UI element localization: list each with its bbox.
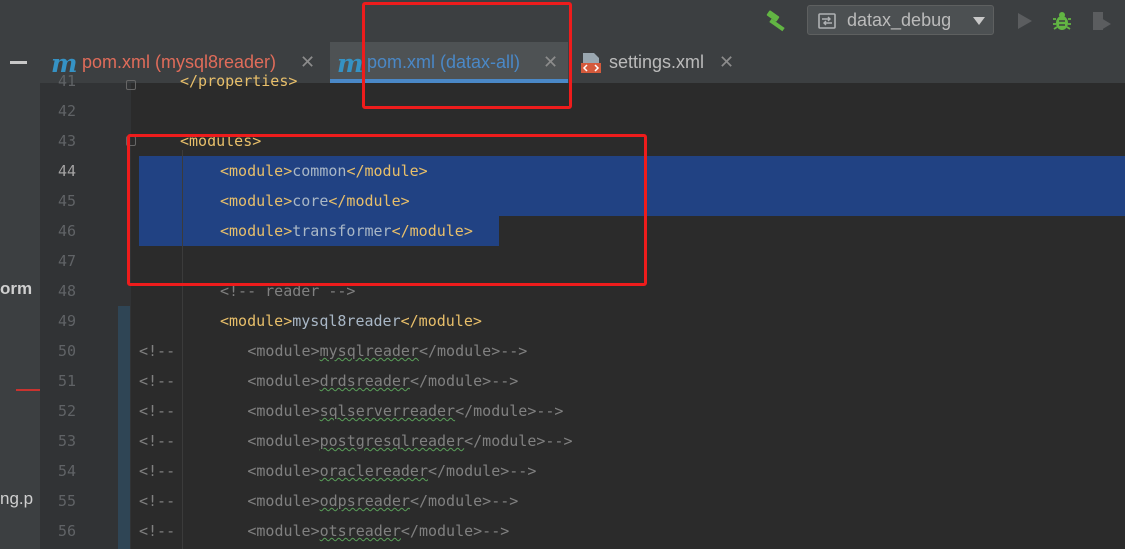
code-token: </module>--> bbox=[464, 432, 573, 450]
code-token: </module>--> bbox=[409, 372, 519, 390]
line-number: 44 bbox=[57, 162, 76, 180]
code-token: </module>--> bbox=[409, 492, 519, 510]
line-number: 48 bbox=[57, 282, 76, 300]
code-token: <!-- bbox=[139, 462, 176, 480]
code-line[interactable]: <!-- <module>postgresqlreader</module>--… bbox=[139, 430, 573, 452]
project-tree-text[interactable]: orm bbox=[0, 279, 32, 299]
code-token: <module> bbox=[247, 522, 320, 540]
line-number: 55 bbox=[57, 492, 76, 510]
tab-settings-xml[interactable]: settings.xml ✕ bbox=[568, 42, 748, 83]
maven-m-icon: m bbox=[337, 49, 364, 78]
code-token: <!-- bbox=[139, 432, 176, 450]
code-token: <!-- bbox=[139, 492, 176, 510]
close-icon[interactable]: ✕ bbox=[300, 52, 315, 73]
error-marker bbox=[16, 389, 40, 391]
code-line[interactable]: <module>mysql8reader</module> bbox=[220, 310, 482, 332]
code-line[interactable]: <!-- <module>odpsreader</module>--> bbox=[139, 490, 518, 512]
code-token: </module>--> bbox=[400, 522, 510, 540]
code-token: odpsreader bbox=[319, 492, 410, 510]
code-token: <module> bbox=[247, 372, 320, 390]
run-configuration-dropdown[interactable]: datax_debug bbox=[807, 5, 994, 35]
line-number: 56 bbox=[57, 522, 76, 540]
code-token: </module>--> bbox=[455, 402, 564, 420]
line-number: 52 bbox=[57, 402, 76, 420]
project-tree-text[interactable]: ng.p bbox=[0, 489, 33, 509]
annotation-box-tab bbox=[362, 2, 572, 109]
code-token: <module> bbox=[247, 462, 320, 480]
coverage-icon[interactable] bbox=[1089, 9, 1113, 33]
code-token: <!-- bbox=[139, 372, 176, 390]
config-icon bbox=[818, 13, 836, 29]
code-token: <module> bbox=[220, 312, 293, 330]
code-token: </properties> bbox=[180, 72, 298, 90]
line-number: 43 bbox=[57, 132, 76, 150]
code-token: mysqlreader bbox=[319, 342, 419, 360]
vcs-change-marker bbox=[118, 306, 130, 549]
line-number: 45 bbox=[57, 192, 76, 210]
code-token: <module> bbox=[247, 402, 320, 420]
line-number: 47 bbox=[57, 252, 76, 270]
code-token: postgresqlreader bbox=[319, 432, 465, 450]
minimize-icon[interactable] bbox=[10, 61, 27, 64]
code-token: sqlserverreader bbox=[319, 402, 456, 420]
code-token: oraclereader bbox=[319, 462, 428, 480]
code-token: <module> bbox=[247, 432, 320, 450]
line-number: 46 bbox=[57, 222, 76, 240]
tab-label: settings.xml bbox=[609, 52, 705, 72]
code-token: <!-- bbox=[139, 522, 176, 540]
close-icon[interactable]: ✕ bbox=[719, 52, 734, 73]
code-token: <module> bbox=[247, 492, 320, 510]
code-line[interactable]: <!-- <module>drdsreader</module>--> bbox=[139, 370, 518, 392]
project-tool-panel: orm ng.p bbox=[0, 42, 41, 549]
line-number: 51 bbox=[57, 372, 76, 390]
line-number: 41 bbox=[57, 72, 76, 90]
fold-marker-icon[interactable] bbox=[126, 80, 136, 90]
code-line[interactable]: </properties> bbox=[180, 70, 297, 92]
code-token: drdsreader bbox=[319, 372, 410, 390]
line-number: 53 bbox=[57, 432, 76, 450]
code-line[interactable]: <!-- <module>oraclereader</module>--> bbox=[139, 460, 536, 482]
line-number: 54 bbox=[57, 462, 76, 480]
code-token: otsreader bbox=[319, 522, 401, 540]
hammer-icon[interactable] bbox=[764, 8, 790, 34]
line-number: 50 bbox=[57, 342, 76, 360]
annotation-box-modules bbox=[127, 134, 647, 286]
run-configuration-label: datax_debug bbox=[847, 10, 952, 30]
chevron-down-icon bbox=[973, 17, 985, 25]
code-line[interactable]: <!-- <module>sqlserverreader</module>--> bbox=[139, 400, 563, 422]
line-number: 49 bbox=[57, 312, 76, 330]
xml-file-icon bbox=[581, 53, 601, 73]
code-token: mysql8reader bbox=[292, 312, 401, 330]
code-token: <!-- bbox=[139, 342, 176, 360]
code-token: <module> bbox=[247, 342, 320, 360]
code-token: </module>--> bbox=[418, 342, 528, 360]
line-number: 42 bbox=[57, 102, 76, 120]
code-token: </module>--> bbox=[428, 462, 537, 480]
debug-icon[interactable] bbox=[1050, 9, 1074, 33]
code-line[interactable]: <!-- <module>otsreader</module>--> bbox=[139, 520, 509, 542]
code-token: </module> bbox=[400, 312, 482, 330]
code-line[interactable]: <!-- <module>mysqlreader</module>--> bbox=[139, 340, 527, 362]
run-icon[interactable] bbox=[1012, 9, 1036, 33]
code-token: <!-- bbox=[139, 402, 176, 420]
